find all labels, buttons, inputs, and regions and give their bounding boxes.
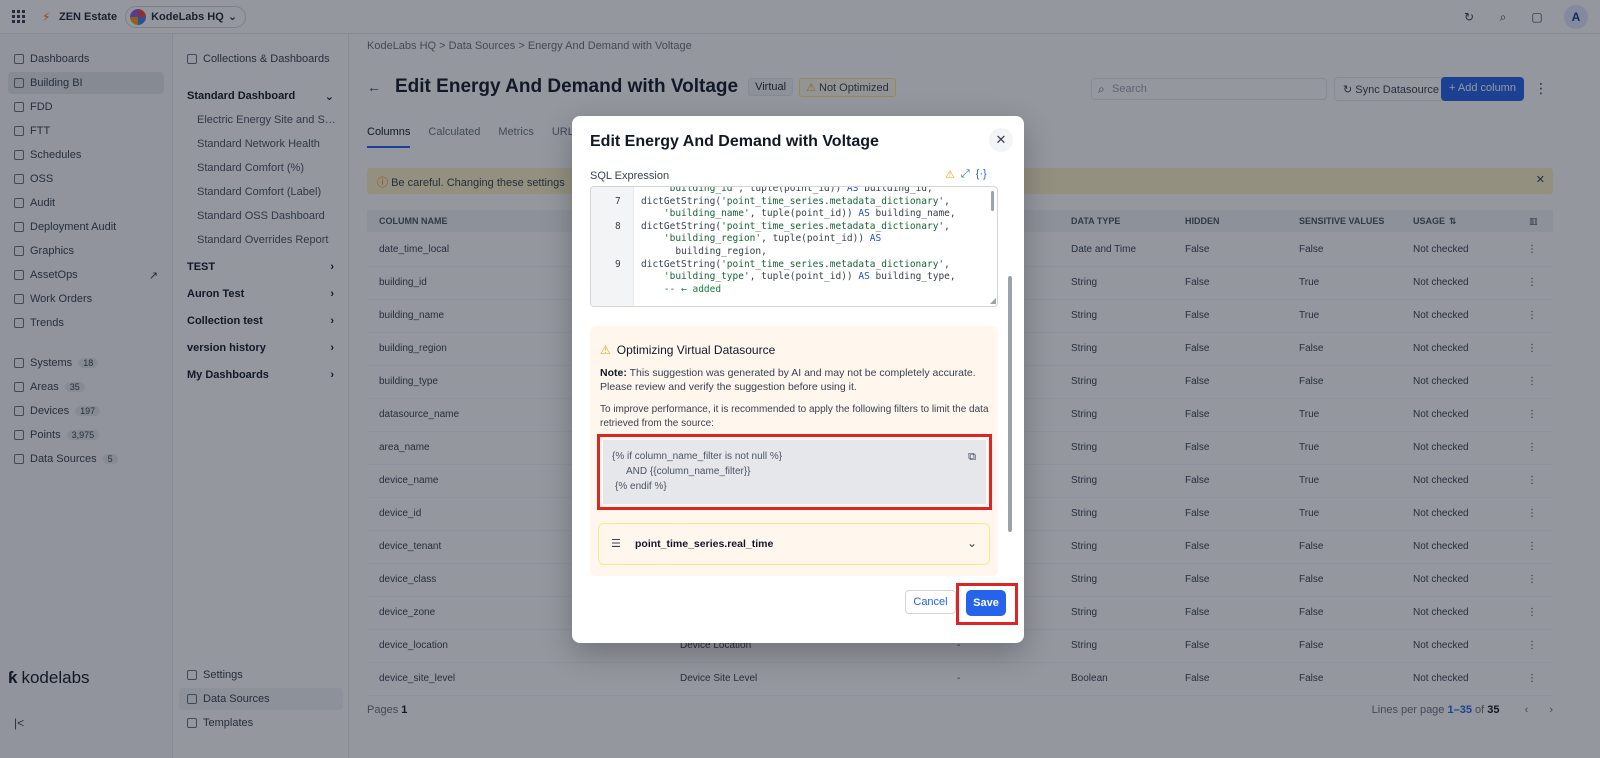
filter-line: AND {{column_name_filter}} xyxy=(626,466,751,477)
code-token: AS xyxy=(869,233,882,245)
optimization-title-label: Optimizing Virtual Datasource xyxy=(616,343,776,357)
resize-handle-icon[interactable]: ◢ xyxy=(990,296,996,305)
close-icon[interactable]: ✕ xyxy=(989,128,1013,152)
warning-icon[interactable]: ⚠ xyxy=(945,168,955,181)
ai-note: Note: This suggestion was generated by A… xyxy=(600,366,980,394)
filter-suggestion[interactable]: {% if column_name_filter is not null %} … xyxy=(603,440,986,504)
code-token: 'point_time_series.metadata_dictionary' xyxy=(721,195,945,207)
copy-icon[interactable]: ⧉ xyxy=(968,450,976,465)
note-label: Note: xyxy=(600,367,627,379)
code-token: dictGetString( xyxy=(641,195,722,207)
sql-editor[interactable]: 'building_id', tuple(point_id)) AS build… xyxy=(590,186,998,307)
optimization-panel: ⚠ Optimizing Virtual Datasource Note: Thi… xyxy=(590,326,998,576)
note-text: This suggestion was generated by AI and … xyxy=(600,367,976,393)
code-token: building_type, xyxy=(869,271,956,283)
code-token: AS xyxy=(858,271,870,283)
performance-text: To improve performance, it is recommende… xyxy=(600,404,989,429)
cancel-button[interactable]: Cancel xyxy=(905,590,956,614)
filter-line: {% if column_name_filter is not null %} xyxy=(612,451,783,462)
code-text: 'building_type', tuple(point_id)) AS bui… xyxy=(641,271,956,284)
line-number: 7 xyxy=(615,195,621,207)
warning-icon: ⚠ xyxy=(600,343,611,357)
filter-highlight: {% if column_name_filter is not null %} … xyxy=(597,434,992,510)
code-token: 'point_time_series.metadata_dictionary' xyxy=(721,220,945,232)
code-token: , xyxy=(944,195,950,207)
code-token: dictGetString( xyxy=(641,258,722,270)
sql-toolbar: ⚠ ⤢ {·} xyxy=(945,168,987,181)
code-token: , tuple(point_id)) xyxy=(738,186,847,194)
expand-icon[interactable]: ⤢ xyxy=(961,168,970,181)
code-token: building_id, xyxy=(858,186,933,194)
code-token: , tuple(point_id)) xyxy=(761,233,870,245)
code-token: 'building_id' xyxy=(663,186,739,194)
optimization-title: ⚠ Optimizing Virtual Datasource xyxy=(600,343,775,357)
code-token: dictGetString( xyxy=(641,220,722,232)
code-token: , xyxy=(944,220,950,232)
code-token: building_region, xyxy=(675,246,767,257)
code-token: 'building_type' xyxy=(663,271,750,283)
code-text: 'building_id', tuple(point_id)) AS build… xyxy=(641,186,933,196)
code-token: 'building_region' xyxy=(663,233,762,245)
code-text: 'building_name', tuple(point_id)) AS bui… xyxy=(641,208,956,221)
filter-line: {% endif %} xyxy=(615,481,667,492)
modal-scrollbar[interactable] xyxy=(1008,276,1012,532)
code-token: 'building_name' xyxy=(663,208,750,220)
code-text: 'building_region', tuple(point_id)) AS xyxy=(641,233,881,246)
code-token: AS xyxy=(846,186,859,194)
code-text: -- ← added xyxy=(641,284,721,297)
sql-expression-label: SQL Expression xyxy=(590,170,670,182)
code-token: 'point_time_series.metadata_dictionary' xyxy=(721,258,945,270)
line-number: 9 xyxy=(615,258,621,270)
code-token: AS xyxy=(858,208,870,220)
modal-title: Edit Energy And Demand with Voltage xyxy=(590,133,879,150)
code-text: dictGetString('point_time_series.metadat… xyxy=(641,221,950,234)
code-text: dictGetString('point_time_series.metadat… xyxy=(641,259,950,272)
code-token: , tuple(point_id)) xyxy=(749,271,859,283)
code-token: -- ← added xyxy=(663,283,722,295)
code-token: , xyxy=(944,258,950,270)
editor-scrollbar[interactable] xyxy=(991,191,994,211)
datasource-accordion[interactable]: ☰ point_time_series.real_time ⌄ xyxy=(598,523,990,565)
code-text: dictGetString('point_time_series.metadat… xyxy=(641,196,950,209)
edit-datasource-modal: Edit Energy And Demand with Voltage ✕ SQ… xyxy=(572,116,1024,643)
code-text: building_region, xyxy=(641,246,767,259)
chevron-down-icon: ⌄ xyxy=(966,536,977,550)
format-braces-icon[interactable]: {·} xyxy=(976,168,987,181)
code-token: , tuple(point_id)) xyxy=(749,208,859,220)
code-token: building_name, xyxy=(869,208,956,220)
line-number: 8 xyxy=(615,220,621,232)
datasource-name: point_time_series.real_time xyxy=(635,538,774,550)
database-icon: ☰ xyxy=(611,538,621,550)
save-button[interactable]: Save xyxy=(966,590,1006,616)
